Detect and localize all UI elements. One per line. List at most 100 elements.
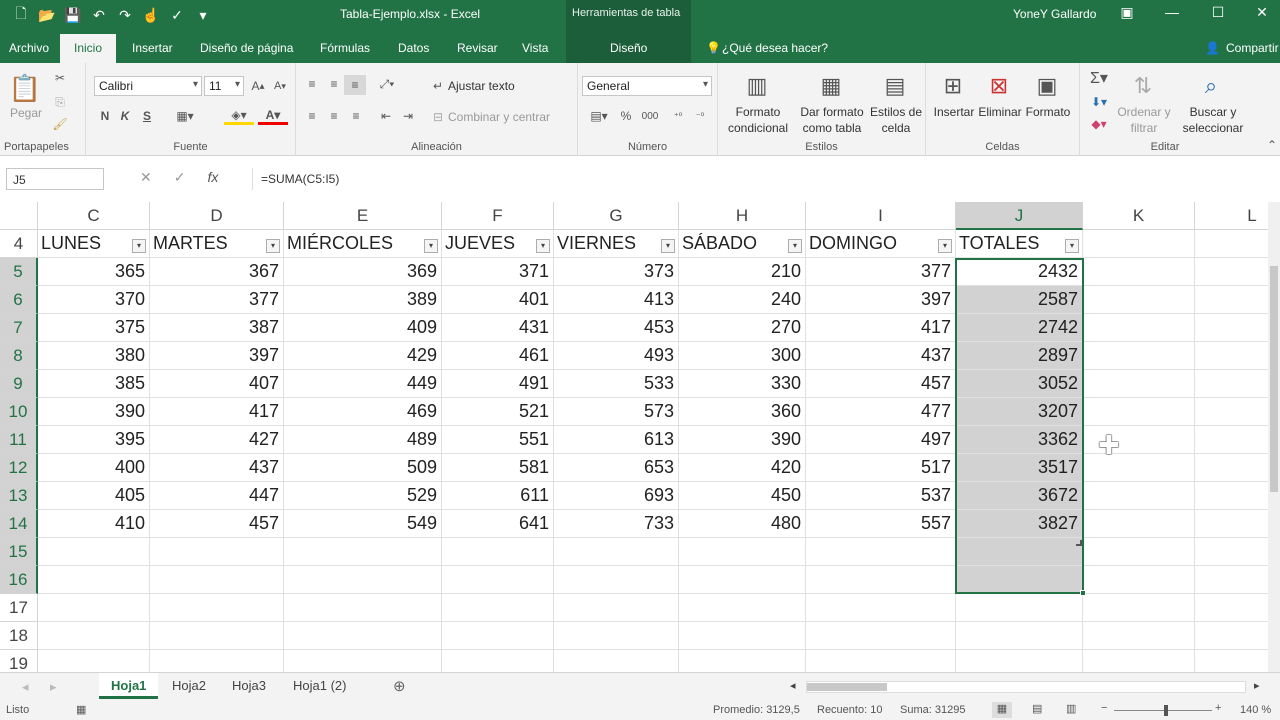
cell[interactable]: [38, 650, 150, 672]
cell[interactable]: [38, 538, 150, 566]
quick-analysis-icon[interactable]: [1076, 540, 1082, 546]
total-cell[interactable]: 3207: [956, 398, 1083, 426]
value-cell[interactable]: 450: [679, 482, 806, 510]
value-cell[interactable]: 611: [442, 482, 554, 510]
cell[interactable]: [1195, 230, 1268, 258]
cell[interactable]: [150, 650, 284, 672]
cell[interactable]: [1083, 566, 1195, 594]
cell[interactable]: [1195, 398, 1268, 426]
tab-inicio[interactable]: Inicio: [60, 34, 117, 63]
value-cell[interactable]: 447: [150, 482, 284, 510]
table-header-cell[interactable]: MARTES ▾: [150, 230, 284, 258]
scroll-right-icon[interactable]: ▸: [1254, 679, 1260, 692]
value-cell[interactable]: 367: [150, 258, 284, 286]
row-header-17[interactable]: 17: [0, 594, 38, 622]
filter-dropdown-icon[interactable]: ▾: [661, 239, 675, 253]
value-cell[interactable]: 693: [554, 482, 679, 510]
row-header-10[interactable]: 10: [0, 398, 38, 426]
column-header-k[interactable]: K: [1083, 202, 1195, 230]
merge-center-button[interactable]: Combinar y centrar: [448, 109, 550, 125]
status-sum[interactable]: Suma: 31295: [900, 704, 965, 716]
align-top-icon[interactable]: ≡: [302, 75, 322, 93]
column-header-e[interactable]: E: [284, 202, 442, 230]
value-cell[interactable]: 413: [554, 286, 679, 314]
column-header-i[interactable]: I: [806, 202, 956, 230]
minimize-icon[interactable]: —: [1162, 4, 1182, 24]
cell[interactable]: [1195, 454, 1268, 482]
name-box[interactable]: J5: [6, 168, 104, 190]
column-header-c[interactable]: C: [38, 202, 150, 230]
value-cell[interactable]: 449: [284, 370, 442, 398]
currency-icon[interactable]: ▤▾: [584, 107, 614, 125]
formula-input[interactable]: =SUMA(C5:I5): [252, 168, 1272, 190]
value-cell[interactable]: 733: [554, 510, 679, 538]
cell[interactable]: [806, 566, 956, 594]
value-cell[interactable]: 375: [38, 314, 150, 342]
cell-styles-button[interactable]: Estilos de celda: [868, 104, 924, 136]
value-cell[interactable]: 400: [38, 454, 150, 482]
value-cell[interactable]: 653: [554, 454, 679, 482]
find-icon[interactable]: ⌕: [1196, 69, 1226, 103]
value-cell[interactable]: 389: [284, 286, 442, 314]
value-cell[interactable]: 437: [150, 454, 284, 482]
cell[interactable]: [806, 538, 956, 566]
collapse-ribbon-icon[interactable]: ⌃: [1266, 138, 1278, 152]
bold-button[interactable]: N: [98, 107, 112, 125]
value-cell[interactable]: 417: [806, 314, 956, 342]
cell[interactable]: [1083, 342, 1195, 370]
fill-handle[interactable]: [1080, 590, 1086, 596]
cell-styles-icon[interactable]: ▤: [880, 69, 910, 103]
format-painter-icon[interactable]: 🖌: [50, 115, 70, 133]
status-average[interactable]: Promedio: 3129,5: [713, 704, 800, 716]
value-cell[interactable]: 330: [679, 370, 806, 398]
vertical-scrollbar[interactable]: [1268, 202, 1280, 672]
cell[interactable]: [150, 566, 284, 594]
increase-indent-icon[interactable]: ⇥: [398, 107, 418, 125]
value-cell[interactable]: 429: [284, 342, 442, 370]
row-header-16[interactable]: 16: [0, 566, 38, 594]
clear-icon[interactable]: ◆▾: [1086, 115, 1112, 133]
cell[interactable]: [1195, 370, 1268, 398]
row-header-8[interactable]: 8: [0, 342, 38, 370]
cell[interactable]: [284, 650, 442, 672]
column-header-l[interactable]: L: [1195, 202, 1268, 230]
value-cell[interactable]: 457: [150, 510, 284, 538]
value-cell[interactable]: 417: [150, 398, 284, 426]
autosum-icon[interactable]: Σ▾: [1086, 69, 1112, 87]
cell[interactable]: [554, 650, 679, 672]
total-cell[interactable]: 3672: [956, 482, 1083, 510]
cell[interactable]: [442, 566, 554, 594]
row-header-15[interactable]: 15: [0, 538, 38, 566]
cell[interactable]: [38, 566, 150, 594]
value-cell[interactable]: 387: [150, 314, 284, 342]
row-header-19[interactable]: 19: [0, 650, 38, 672]
value-cell[interactable]: 420: [679, 454, 806, 482]
horizontal-scrollbar[interactable]: [806, 681, 1246, 693]
cell[interactable]: [442, 538, 554, 566]
total-cell[interactable]: 3052: [956, 370, 1083, 398]
table-header-cell[interactable]: MIÉRCOLES ▾: [284, 230, 442, 258]
save-icon[interactable]: 💾: [62, 5, 84, 25]
shrink-font-icon[interactable]: A ▾: [272, 77, 288, 95]
cell[interactable]: [1083, 482, 1195, 510]
fill-color-icon[interactable]: ◈▾: [224, 107, 254, 125]
value-cell[interactable]: 493: [554, 342, 679, 370]
cell[interactable]: [150, 622, 284, 650]
value-cell[interactable]: 509: [284, 454, 442, 482]
cell[interactable]: [806, 594, 956, 622]
italic-button[interactable]: K: [118, 107, 132, 125]
cell[interactable]: [150, 594, 284, 622]
row-header-13[interactable]: 13: [0, 482, 38, 510]
align-bottom-icon[interactable]: ≡: [344, 75, 366, 95]
tab-datos[interactable]: Datos: [398, 41, 429, 55]
cell[interactable]: [1195, 650, 1268, 672]
paste-icon[interactable]: 📋: [8, 69, 42, 107]
cell[interactable]: [284, 622, 442, 650]
border-icon[interactable]: ▦▾: [170, 107, 200, 125]
enter-icon[interactable]: ✓: [174, 169, 186, 186]
cell[interactable]: [38, 622, 150, 650]
cell[interactable]: [1195, 286, 1268, 314]
customize-qat-icon[interactable]: ▾: [192, 5, 214, 25]
merge-icon[interactable]: ⊟: [430, 108, 446, 126]
spellcheck-icon[interactable]: ✓: [166, 5, 188, 25]
